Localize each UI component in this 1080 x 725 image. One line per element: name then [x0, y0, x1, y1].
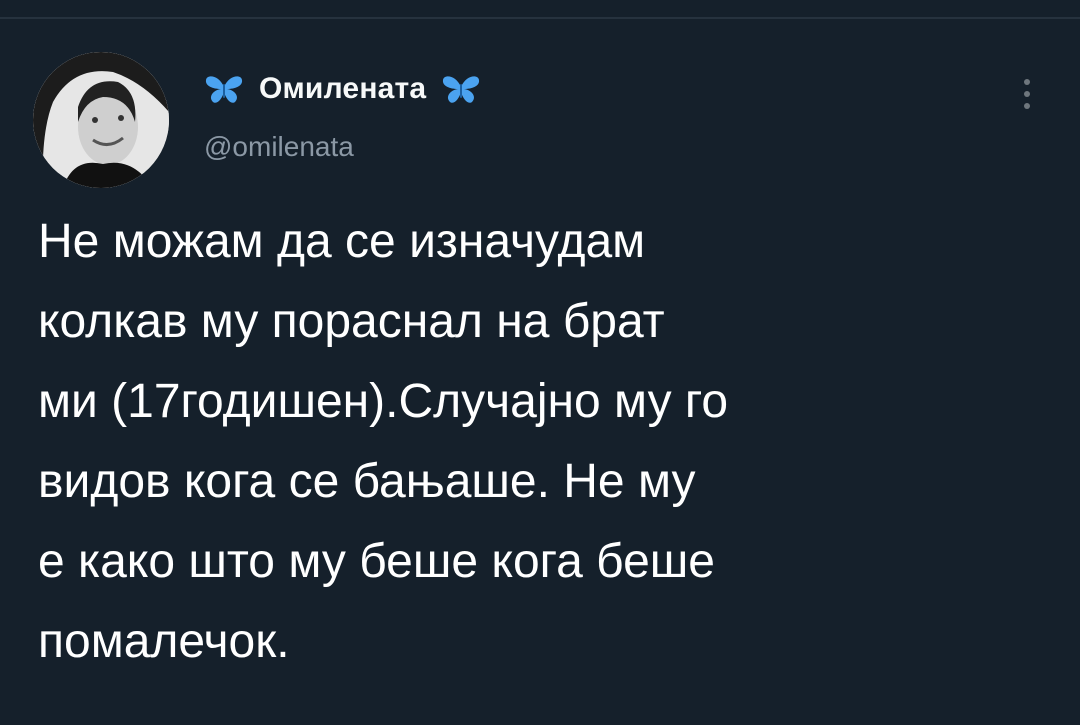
tweet-text: Не можам да се изначудам колкав му порас… — [38, 202, 1048, 682]
butterfly-icon — [205, 76, 243, 103]
more-dot — [1024, 103, 1030, 109]
tweet-text-line: помалечок. — [38, 615, 290, 668]
tweet-text-line: Не можам да се изначудам — [38, 215, 646, 268]
avatar-photo — [33, 52, 169, 188]
author-name-row[interactable]: Омилената — [203, 64, 482, 114]
tweet-text-line: видов кога се бањаше. Не му — [38, 455, 696, 508]
more-dot — [1024, 91, 1030, 97]
avatar[interactable] — [33, 52, 169, 188]
author-display-name[interactable]: Омилената — [259, 72, 426, 106]
top-divider — [0, 17, 1080, 19]
tweet-text-line: колкав му пораснал на брат — [38, 295, 665, 348]
more-dot — [1024, 79, 1030, 85]
butterfly-icon — [443, 76, 480, 103]
more-options-icon[interactable] — [1012, 72, 1042, 116]
tweet-text-line: е како што му беше кога беше — [38, 535, 715, 588]
author-handle[interactable]: @omilenata — [204, 131, 354, 163]
tweet-text-line: ми (17годишен).Случајно му го — [38, 375, 729, 428]
